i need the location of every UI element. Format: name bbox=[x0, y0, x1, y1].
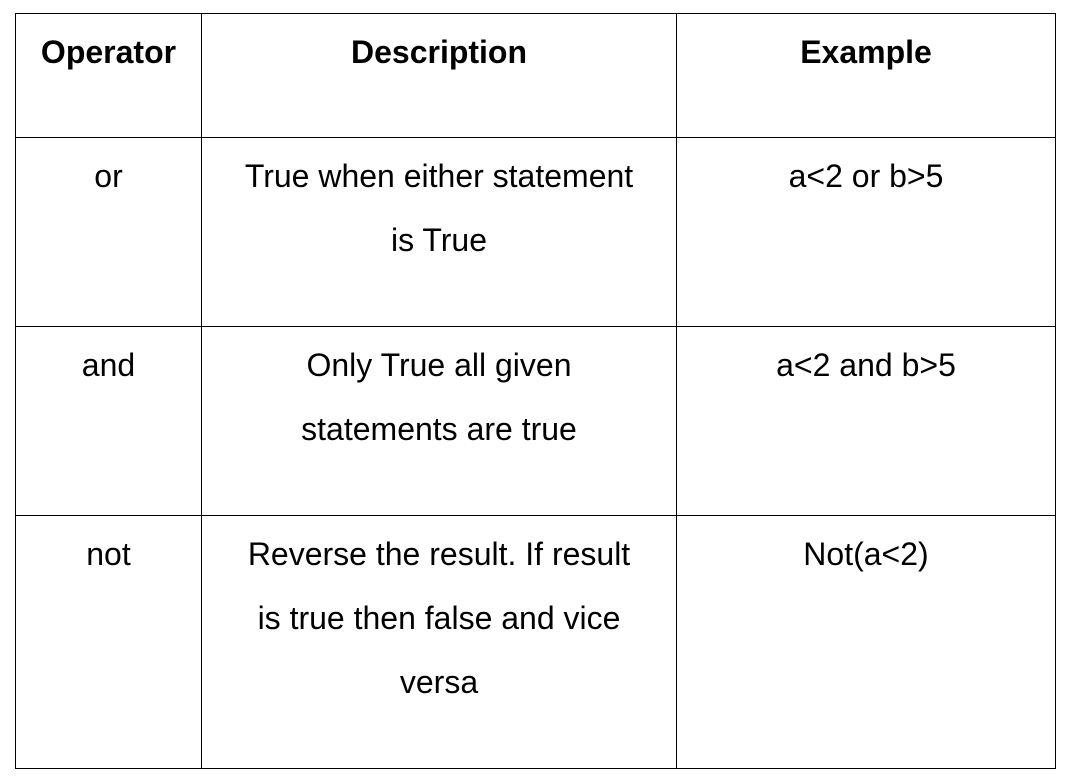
cell-operator: not bbox=[15, 515, 202, 769]
header-example: Example bbox=[676, 13, 1056, 138]
table-row: or True when either statement is True a<… bbox=[15, 137, 1056, 327]
header-operator: Operator bbox=[15, 13, 202, 138]
cell-example: a<2 or b>5 bbox=[676, 137, 1056, 327]
description-text: Only True all given statements are true bbox=[301, 347, 577, 447]
cell-description: True when either statement is True bbox=[201, 137, 677, 327]
cell-example: a<2 and b>5 bbox=[676, 326, 1056, 516]
description-text: Reverse the result. If result is true th… bbox=[247, 536, 631, 700]
cell-operator: or bbox=[15, 137, 202, 327]
table-row: and Only True all given statements are t… bbox=[15, 326, 1056, 516]
header-description: Description bbox=[201, 13, 677, 138]
cell-description: Only True all given statements are true bbox=[201, 326, 677, 516]
cell-description: Reverse the result. If result is true th… bbox=[201, 515, 677, 769]
cell-example: Not(a<2) bbox=[676, 515, 1056, 769]
header-row: Operator Description Example bbox=[15, 13, 1056, 138]
table-row: not Reverse the result. If result is tru… bbox=[15, 515, 1056, 769]
logical-operators-table: Operator Description Example or True whe… bbox=[15, 13, 1056, 769]
description-text: True when either statement is True bbox=[244, 158, 634, 258]
cell-operator: and bbox=[15, 326, 202, 516]
